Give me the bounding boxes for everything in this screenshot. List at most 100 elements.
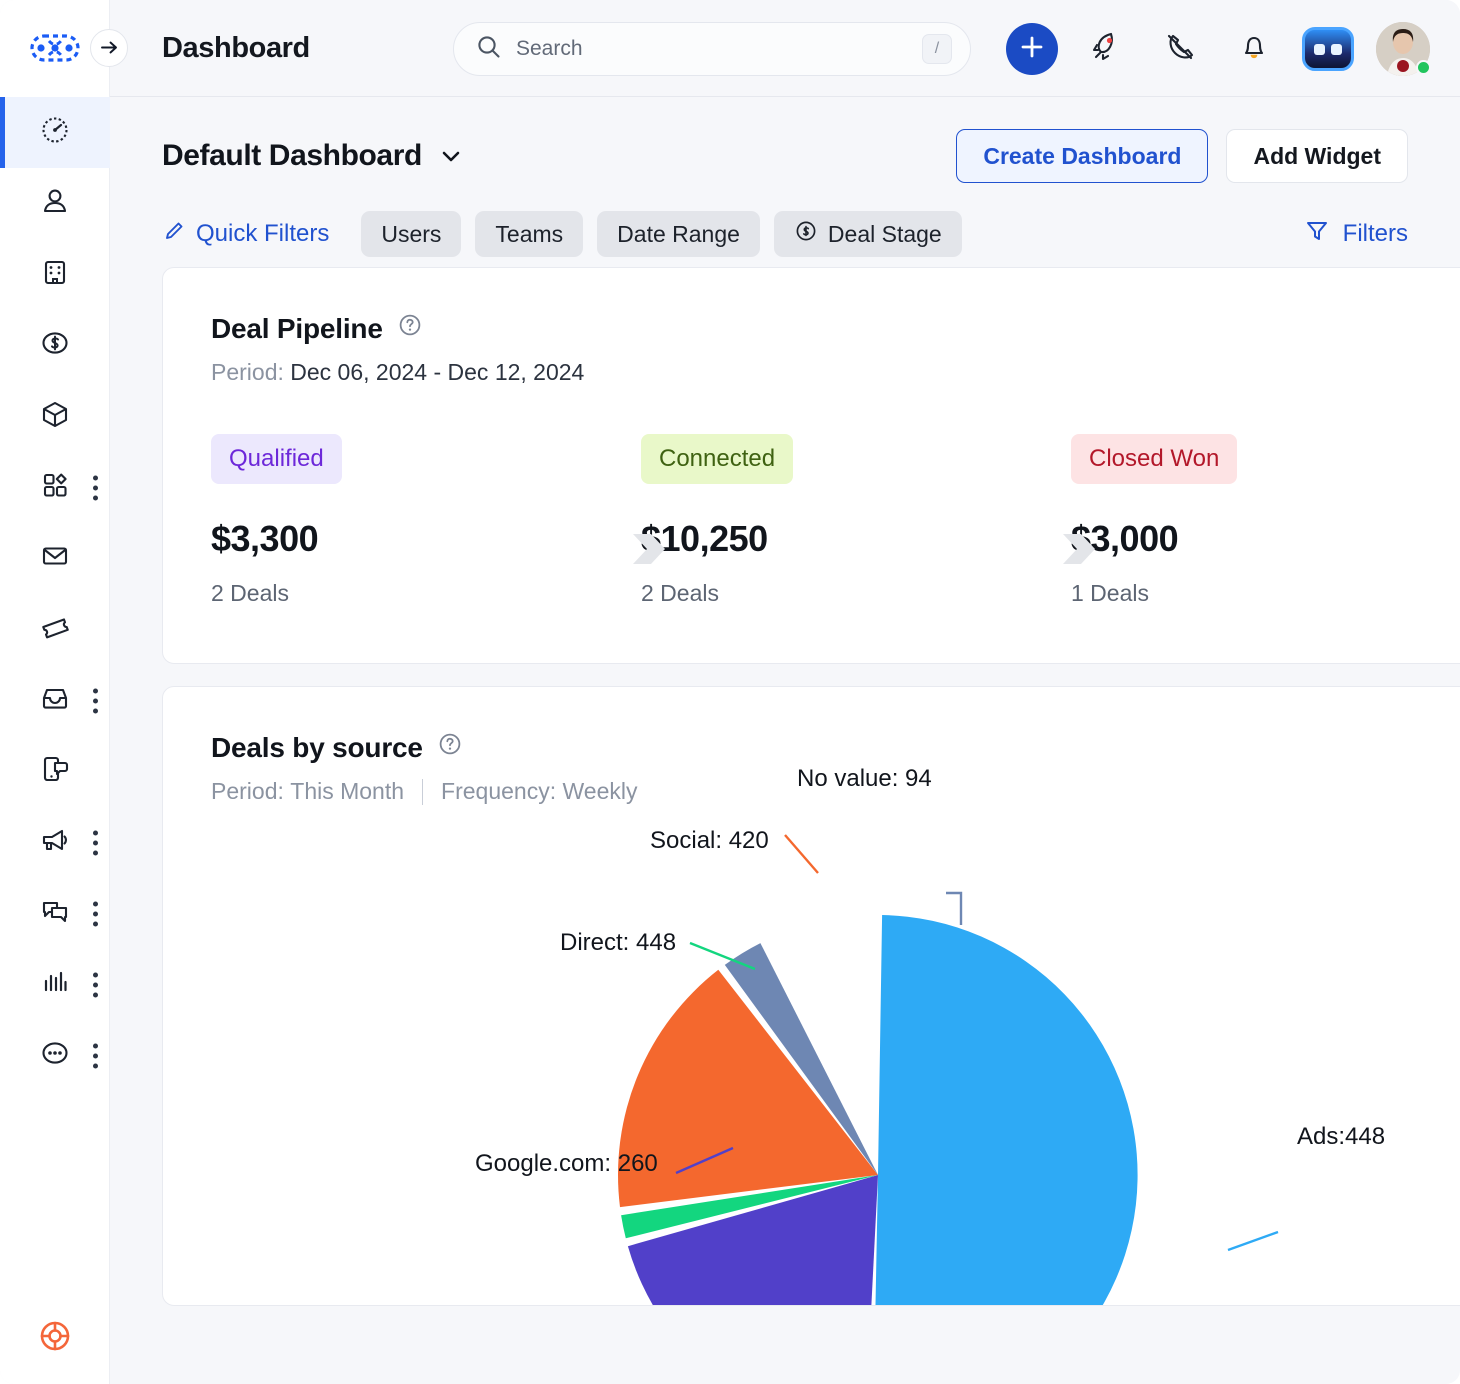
- inbox-icon: [38, 681, 72, 720]
- bell-icon: [1236, 29, 1272, 70]
- bot-icon: [1314, 44, 1325, 55]
- quick-filters-label: Quick Filters: [196, 220, 329, 248]
- chip-date-range-label: Date Range: [617, 221, 740, 248]
- sidebar-item-sms[interactable]: [0, 736, 110, 807]
- bar-chart-icon: [38, 965, 72, 1004]
- call-off-button[interactable]: [1154, 23, 1206, 75]
- sidebar-item-chat[interactable]: [0, 878, 110, 949]
- pie-leader-lines: [163, 805, 1460, 1305]
- top-actions: [1006, 22, 1430, 76]
- chip-deal-stage-label: Deal Stage: [828, 221, 942, 248]
- bot-icon-eye-right: [1331, 44, 1342, 55]
- sidebar-item-apps[interactable]: [0, 452, 110, 523]
- ticket-icon: [38, 610, 72, 649]
- building-icon: [38, 255, 72, 294]
- quick-filters-bar: Quick Filters Users Teams Date Range: [110, 187, 1460, 267]
- deals-period-label: Period:: [211, 778, 284, 805]
- chip-teams[interactable]: Teams: [475, 211, 583, 257]
- search-icon: [476, 34, 502, 65]
- pie-label-direct: Direct: 448: [560, 929, 676, 957]
- megaphone-icon: [38, 823, 72, 862]
- sidebar-item-inbox[interactable]: [0, 665, 110, 736]
- notifications-button[interactable]: [1228, 23, 1280, 75]
- search-input[interactable]: [516, 37, 922, 61]
- deal-pipeline-title-row: Deal Pipeline: [211, 312, 1460, 345]
- chip-date-range[interactable]: Date Range: [597, 211, 760, 257]
- question-circle-icon[interactable]: [437, 731, 463, 764]
- lifebuoy-icon: [34, 1315, 76, 1362]
- arrow-right-icon[interactable]: [90, 29, 128, 67]
- widget-deals-by-source: Deals by source Period: This Month F: [162, 686, 1460, 1306]
- sidebar-item-tickets[interactable]: [0, 594, 110, 665]
- filter-chips: Users Teams Date Range Deal Stage: [361, 211, 961, 257]
- funnel-icon: [1304, 218, 1330, 251]
- user-icon: [38, 184, 72, 223]
- sidebar-item-reports-menu[interactable]: [93, 972, 98, 997]
- box-icon: [38, 397, 72, 436]
- filters-label: Filters: [1343, 220, 1408, 248]
- question-circle-icon[interactable]: [397, 312, 423, 345]
- pipeline-stages: Qualified $3,300 2 Deals Connected $10,2…: [163, 386, 1460, 663]
- search-box[interactable]: /: [453, 22, 971, 76]
- deals-period-value: This Month: [290, 778, 404, 805]
- pipeline-stage-connected: Connected $10,250 2 Deals: [641, 434, 1071, 607]
- status-badge: Qualified: [211, 434, 342, 484]
- sidebar-item-apps-menu[interactable]: [93, 475, 98, 500]
- sidebar-item-campaigns[interactable]: [0, 807, 110, 878]
- leader-line-google-line: [676, 1148, 733, 1173]
- add-button[interactable]: [1006, 23, 1058, 75]
- sidebar-item-more[interactable]: [0, 1020, 110, 1091]
- deals-by-source-title-row: Deals by source: [211, 731, 1460, 764]
- chip-users[interactable]: Users: [361, 211, 461, 257]
- phone-missed-icon: [1161, 28, 1199, 71]
- widget-deal-pipeline: Deal Pipeline Period: Dec 06, 2024 - Dec…: [162, 267, 1460, 664]
- sidebar-item-chat-menu[interactable]: [93, 901, 98, 926]
- pie-label-no-value: No value: 94: [797, 765, 932, 793]
- stage-amount: $3,300: [211, 518, 641, 560]
- stage-deal-count: 2 Deals: [211, 580, 641, 607]
- dashboard-name[interactable]: Default Dashboard: [162, 139, 422, 173]
- dollar-circle-icon: [794, 219, 818, 249]
- stage-deal-count: 2 Deals: [641, 580, 1071, 607]
- add-widget-button[interactable]: Add Widget: [1226, 129, 1408, 183]
- leader-line-social-line: [785, 835, 818, 873]
- sidebar-item-help[interactable]: [0, 1315, 110, 1362]
- sidebar-item-email[interactable]: [0, 523, 110, 594]
- stage-amount: $10,250: [641, 518, 1071, 560]
- page-title-deals-by-source: Deals by source: [211, 732, 423, 764]
- profile-avatar[interactable]: [1376, 22, 1430, 76]
- deals-frequency-label: Frequency:: [441, 778, 556, 805]
- quick-filters-button[interactable]: Quick Filters: [162, 219, 329, 250]
- plus-icon: [1018, 33, 1046, 66]
- gauge-icon: [38, 113, 72, 152]
- search-shortcut-key: /: [922, 34, 952, 64]
- sidebar-item-products[interactable]: [0, 381, 110, 452]
- leader-line-direct-line: [690, 943, 755, 969]
- stage-deal-count: 1 Deals: [1071, 580, 1460, 607]
- sidebar-item-reports[interactable]: [0, 949, 110, 1020]
- brand-logo-icon[interactable]: [29, 33, 81, 63]
- pie-label-social: Social: 420: [650, 827, 769, 855]
- create-dashboard-button[interactable]: Create Dashboard: [956, 129, 1208, 183]
- dashboard-actions: Create Dashboard Add Widget: [956, 129, 1408, 183]
- chip-deal-stage[interactable]: Deal Stage: [774, 211, 962, 257]
- sidebar-item-contacts[interactable]: [0, 168, 110, 239]
- pencil-icon: [162, 219, 186, 250]
- sidebar-item-deals[interactable]: [0, 310, 110, 381]
- ellipsis-circle-icon: [38, 1036, 72, 1075]
- sidebar-item-dashboard[interactable]: [0, 97, 110, 168]
- sidebar-item-campaigns-menu[interactable]: [93, 830, 98, 855]
- chip-users-label: Users: [381, 221, 441, 248]
- pie-label-google: Google.com: 260: [475, 1150, 658, 1178]
- sidebar-item-more-menu[interactable]: [93, 1043, 98, 1068]
- sidebar-item-companies[interactable]: [0, 239, 110, 310]
- deals-frequency-value: Weekly: [562, 778, 637, 805]
- assistant-button[interactable]: [1302, 27, 1354, 71]
- filters-button[interactable]: Filters: [1304, 218, 1408, 251]
- online-status-dot: [1416, 60, 1431, 75]
- sidebar-item-inbox-menu[interactable]: [93, 688, 98, 713]
- deal-pipeline-period: Period: Dec 06, 2024 - Dec 12, 2024: [211, 359, 1460, 386]
- rocket-button[interactable]: [1080, 23, 1132, 75]
- main-content: Default Dashboard Create Dashboard Add W…: [110, 97, 1460, 1384]
- chevron-down-icon[interactable]: [438, 143, 464, 169]
